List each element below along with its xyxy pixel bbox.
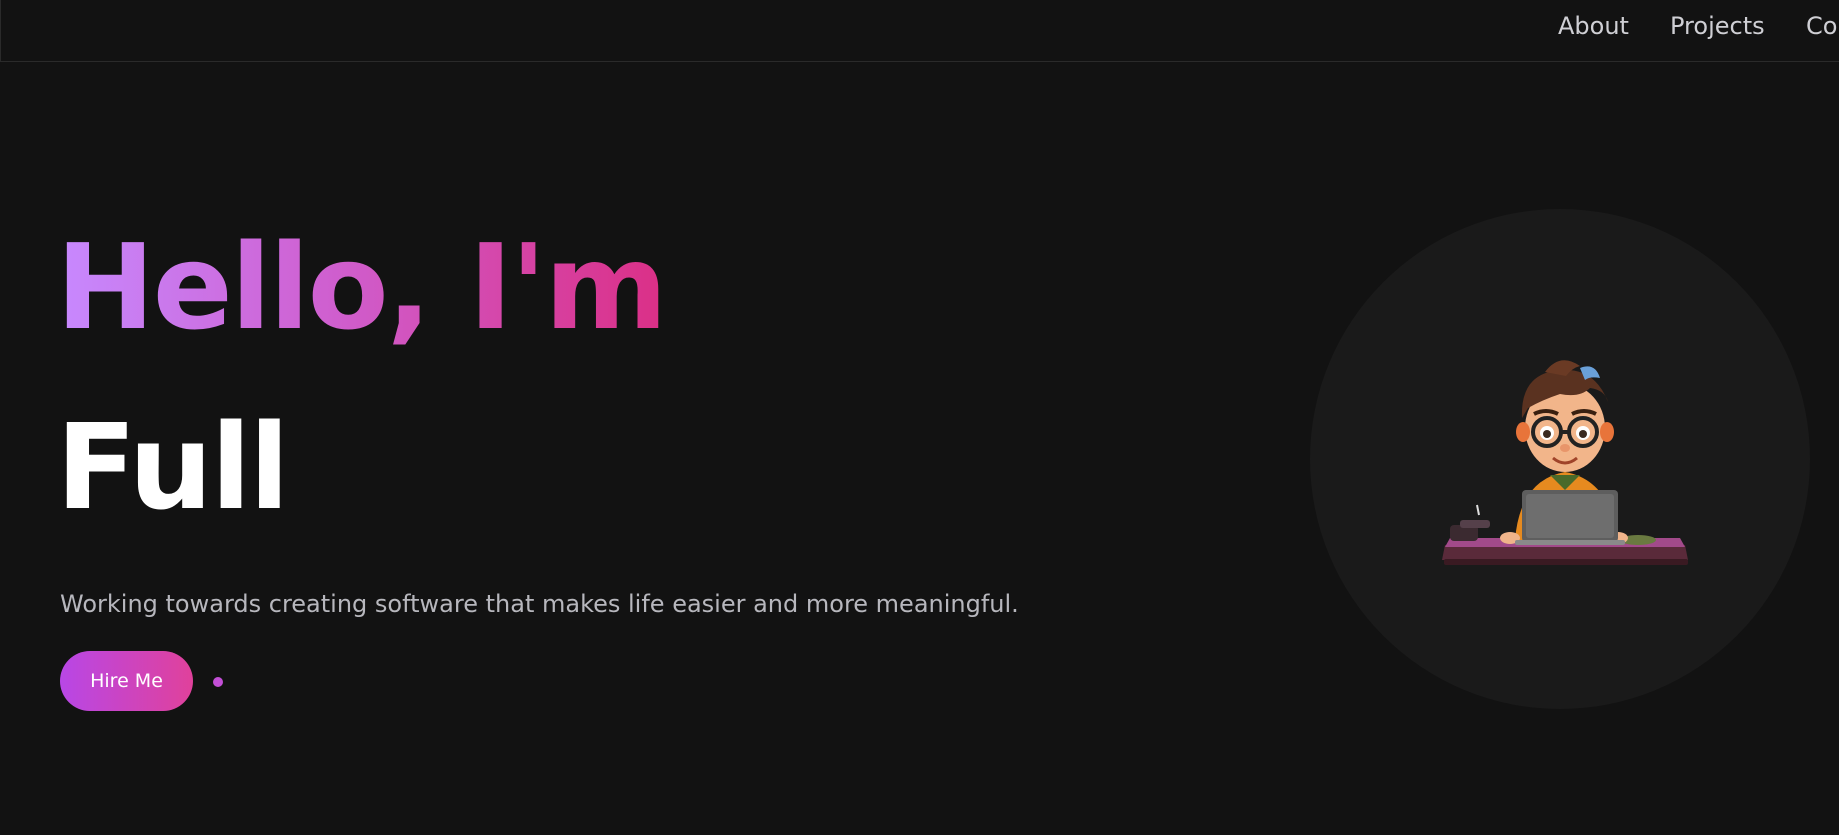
hire-me-button[interactable]: Hire Me — [60, 651, 193, 711]
hero-greeting: Hello, I'm — [56, 218, 668, 356]
nav-link-projects[interactable]: Projects — [1670, 12, 1765, 40]
dot-indicator-icon — [213, 677, 223, 687]
developer-avatar-icon — [1442, 360, 1688, 565]
nav-link-about[interactable]: About — [1558, 12, 1629, 40]
top-navbar: About Projects Co — [0, 0, 1839, 62]
hero-role: Full — [56, 398, 290, 536]
hero-subtitle: Working towards creating software that m… — [60, 590, 1019, 618]
nav-link-contact[interactable]: Co — [1806, 12, 1837, 40]
